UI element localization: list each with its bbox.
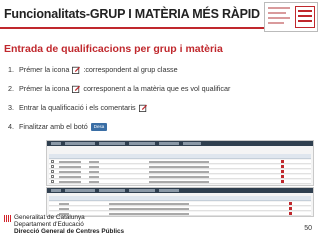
cell: [149, 161, 209, 163]
navigation-thumbnail: [264, 2, 318, 32]
step-2: 2. Prémer la icona corresponent a la mat…: [8, 84, 230, 93]
cell: [89, 166, 99, 168]
edit-icon[interactable]: [289, 207, 292, 210]
app-screenshot-grading: [46, 187, 314, 217]
title-divider: [0, 27, 264, 29]
nav-item: [159, 189, 179, 192]
nav-item: [99, 189, 125, 192]
cell: [149, 166, 209, 168]
grid-header: [49, 154, 311, 159]
cell: [149, 181, 209, 183]
step-text-before: Finalitzar amb el botó: [19, 122, 88, 131]
edit-icon[interactable]: [281, 170, 284, 173]
step-number: 3.: [8, 103, 14, 112]
edit-icon: [138, 104, 147, 112]
row-checkbox[interactable]: [51, 160, 54, 163]
table-row[interactable]: [49, 207, 311, 211]
generalitat-logo: [4, 215, 11, 222]
step-3: 3. Entrar la qualificació i els comentar…: [8, 103, 150, 112]
step-number: 1.: [8, 65, 14, 74]
edit-icon[interactable]: [289, 202, 292, 205]
table-row[interactable]: [49, 202, 311, 206]
cell: [59, 203, 69, 205]
table-row[interactable]: [49, 175, 311, 179]
edit-icon: [72, 85, 81, 93]
cell: [89, 171, 99, 173]
step-text-before: Prémer la icona: [19, 84, 70, 93]
nav-item: [129, 142, 155, 145]
step-text-before: Entrar la qualificació i els comentaris: [19, 103, 136, 112]
thumbnail-line: [268, 12, 286, 14]
slide-subtitle: Entrada de qualificacions per grup i mat…: [4, 43, 223, 55]
step-text-after: :correspondent al grup classe: [83, 65, 178, 74]
cell: [59, 161, 81, 163]
nav-item: [159, 142, 179, 145]
cell: [89, 176, 99, 178]
step-number: 4.: [8, 122, 14, 131]
nav-item: [51, 142, 61, 145]
edit-icon[interactable]: [281, 160, 284, 163]
step-1: 1. Prémer la icona :correspondent al gru…: [8, 65, 178, 74]
edit-icon[interactable]: [281, 175, 284, 178]
footer-organization: Generalitat de Catalunya Departament d'E…: [14, 214, 124, 235]
table-row[interactable]: [49, 160, 311, 164]
row-checkbox[interactable]: [51, 175, 54, 178]
cell: [59, 208, 69, 210]
nav-item: [65, 142, 95, 145]
cell: [89, 161, 99, 163]
row-checkbox[interactable]: [51, 165, 54, 168]
row-checkbox[interactable]: [51, 180, 54, 183]
cell: [59, 166, 81, 168]
thumbnail-line: [298, 10, 312, 12]
edit-icon: [72, 66, 81, 74]
thumbnail-highlight: [295, 6, 315, 28]
cell: [109, 203, 189, 205]
cell: [109, 208, 189, 210]
grid-header: [49, 196, 311, 201]
app-screenshot-grid: [46, 140, 314, 186]
step-number: 2.: [8, 84, 14, 93]
cell: [59, 176, 81, 178]
edit-icon[interactable]: [281, 180, 284, 183]
thumbnail-line: [268, 22, 284, 24]
slide-title: Funcionalitats-GRUP I MATÈRIA MÉS RÀPID: [4, 7, 260, 21]
cell: [149, 176, 209, 178]
nav-item: [99, 142, 125, 145]
thumbnail-line: [268, 7, 290, 9]
org-line-2: Departament d'Educació: [14, 221, 84, 228]
page-number: 50: [304, 225, 312, 232]
cell: [59, 171, 81, 173]
table-row[interactable]: [49, 170, 311, 174]
row-checkbox[interactable]: [51, 170, 54, 173]
app-navbar: [47, 188, 313, 193]
thumbnail-line: [298, 20, 312, 22]
org-line-3: Direcció General de Centres Públics: [14, 228, 125, 235]
edit-icon[interactable]: [281, 165, 284, 168]
app-navbar: [47, 141, 313, 146]
nav-item: [65, 189, 95, 192]
desa-button[interactable]: Desa: [90, 122, 108, 131]
thumbnail-line: [298, 15, 312, 17]
edit-icon[interactable]: [289, 212, 292, 215]
step-text-before: Prémer la icona: [19, 65, 70, 74]
nav-item: [51, 189, 61, 192]
table-row[interactable]: [49, 165, 311, 169]
nav-item: [129, 189, 155, 192]
thumbnail-line: [268, 17, 290, 19]
cell: [59, 181, 81, 183]
cell: [149, 171, 209, 173]
nav-item: [183, 142, 201, 145]
step-4: 4. Finalitzar amb el botó Desa: [8, 122, 108, 131]
step-text-after: corresponent a la matèria que es vol qua…: [83, 84, 231, 93]
cell: [89, 181, 99, 183]
table-row[interactable]: [49, 180, 311, 184]
org-line-1: Generalitat de Catalunya: [14, 214, 85, 221]
